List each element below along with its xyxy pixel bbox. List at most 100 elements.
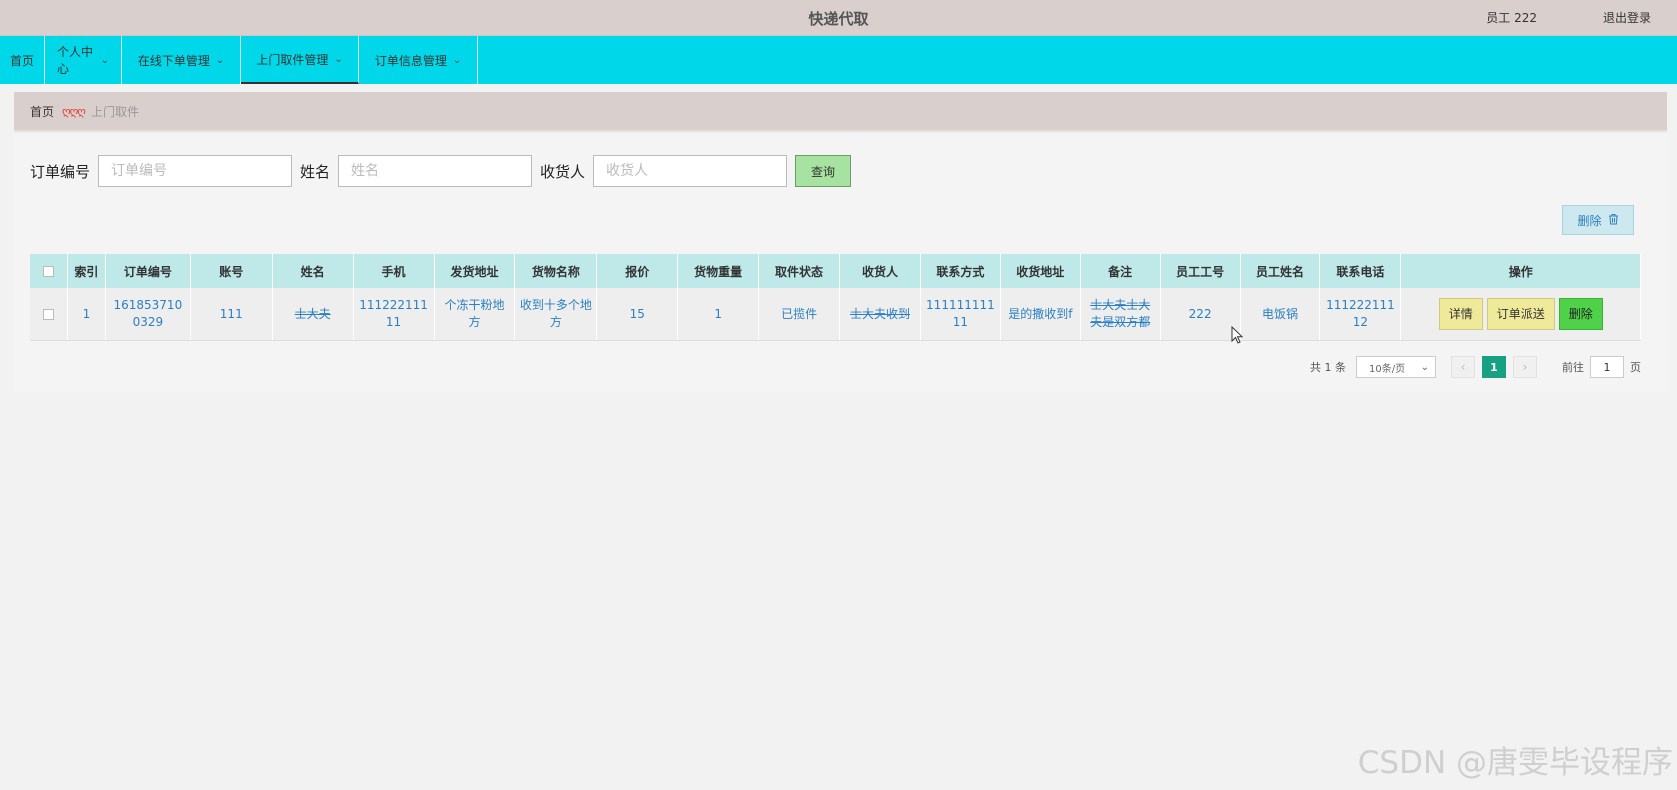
nav-personal-center-label: 个人中心 <box>57 45 94 76</box>
pickup-table: 索引 订单编号 账号 姓名 手机 发货地址 货物名称 报价 货物重量 取件状态 … <box>30 254 1642 341</box>
nav-pickup-management-label: 上门取件管理 <box>256 52 329 67</box>
table-body: 1 1618537100329 111 士大夫 11122211111 个冻干粉… <box>30 288 1642 341</box>
chevron-left-icon: ‹ <box>1460 360 1466 374</box>
cell-remark-text: 士大夫士大夫是双方都 <box>1090 298 1151 329</box>
nav-online-order-management[interactable]: 在线下单管理 ⌄ <box>122 36 242 84</box>
page-size-select[interactable]: 10条/页 ⌄ <box>1356 356 1436 378</box>
cell-account: 111 <box>191 288 273 340</box>
select-all-checkbox[interactable] <box>42 265 54 277</box>
nav-home[interactable]: 首页 <box>0 36 46 84</box>
col-header-staff-no: 员工工号 <box>1161 254 1241 288</box>
watermark: CSDN @唐雯毕设程序 <box>1357 745 1673 781</box>
col-header-goods-name: 货物名称 <box>515 254 598 288</box>
main-nav: 首页 个人中心 ⌄ 在线下单管理 ⌄ 上门取件管理 ⌄ 订单信息管理 ⌄ <box>0 36 1677 84</box>
cell-status: 已揽件 <box>759 288 841 340</box>
cell-staff-no: 222 <box>1161 288 1241 340</box>
col-header-contact: 联系方式 <box>921 254 1001 288</box>
page-size-value: 10条/页 <box>1369 363 1406 375</box>
table-row: 1 1618537100329 111 士大夫 11122211111 个冻干粉… <box>30 288 1642 341</box>
nav-pickup-management[interactable]: 上门取件管理 ⌄ <box>241 36 360 84</box>
col-header-staff-name: 员工姓名 <box>1241 254 1321 288</box>
prev-page-button[interactable]: ‹ <box>1451 356 1475 378</box>
page-unit-label: 页 <box>1630 361 1641 374</box>
col-header-account: 账号 <box>191 254 273 288</box>
row-select-cell <box>30 288 68 340</box>
cell-order-no: 1618537100329 <box>106 288 191 340</box>
col-header-status: 取件状态 <box>759 254 841 288</box>
cell-receive-address: 是的撒收到f <box>1001 288 1081 340</box>
col-header-weight: 货物重量 <box>678 254 760 288</box>
col-header-ship-address: 发货地址 <box>435 254 516 288</box>
col-header-phone: 手机 <box>354 254 435 288</box>
breadcrumb-separator-icon: ღღღ <box>62 104 86 118</box>
cell-name: 士大夫 <box>273 288 354 340</box>
select-all-header <box>30 254 68 288</box>
nav-order-info-management-label: 订单信息管理 <box>374 53 447 68</box>
cell-remark: 士大夫士大夫是双方都 <box>1081 288 1161 340</box>
col-header-actions: 操作 <box>1401 254 1642 288</box>
chevron-down-icon: ⌄ <box>215 54 225 66</box>
table-header: 索引 订单编号 账号 姓名 手机 发货地址 货物名称 报价 货物重量 取件状态 … <box>30 254 1642 288</box>
cell-actions: 详情 订单派送 删除 <box>1401 288 1642 340</box>
breadcrumb: 首页 ღღღ 上门取件 <box>14 92 1667 132</box>
row-checkbox[interactable] <box>42 308 54 320</box>
nav-home-label: 首页 <box>10 53 35 68</box>
col-header-quote: 报价 <box>597 254 679 288</box>
batch-delete-button[interactable]: 删除 <box>1562 205 1634 235</box>
chevron-down-icon: ⌄ <box>334 53 343 65</box>
nav-order-info-management[interactable]: 订单信息管理 ⌄ <box>359 36 479 84</box>
page-number-current[interactable]: 1 <box>1482 356 1506 378</box>
cell-index: 1 <box>68 288 106 340</box>
col-header-order-no: 订单编号 <box>106 254 191 288</box>
cell-goods-name: 收到十多个地方 <box>515 288 598 340</box>
dispatch-button[interactable]: 订单派送 <box>1486 298 1555 330</box>
cell-staff-phone: 11122211112 <box>1320 288 1402 340</box>
receiver-label: 收货人 <box>540 162 586 181</box>
col-header-staff-phone: 联系电话 <box>1320 254 1402 288</box>
goto-page-input[interactable]: 1 <box>1590 356 1624 378</box>
nav-online-order-management-label: 在线下单管理 <box>137 53 210 68</box>
total-count: 共 1 条 <box>1310 361 1346 374</box>
cell-receiver: 士大夫收到 <box>840 288 921 340</box>
col-header-receiver: 收货人 <box>840 254 921 288</box>
breadcrumb-home[interactable]: 首页 <box>30 103 54 120</box>
query-button[interactable]: 查询 <box>795 155 852 187</box>
receiver-input[interactable] <box>593 155 788 187</box>
col-header-remark: 备注 <box>1081 254 1161 288</box>
order-no-input[interactable] <box>98 155 293 187</box>
cell-ship-address: 个冻干粉地方 <box>435 288 516 340</box>
col-header-name: 姓名 <box>273 254 354 288</box>
trash-icon <box>1608 213 1619 228</box>
batch-delete-label: 删除 <box>1577 213 1602 228</box>
top-header: 快递代取 员工 222 退出登录 <box>0 0 1677 36</box>
name-label: 姓名 <box>300 162 331 181</box>
order-no-label: 订单编号 <box>30 162 91 181</box>
main-content: 订单编号 姓名 收货人 查询 删除 索引 订单编号 账号 姓名 手机 发货地址 … <box>14 134 1667 392</box>
chevron-right-icon: › <box>1522 360 1528 374</box>
chevron-down-icon: ⌄ <box>452 54 462 66</box>
next-page-button[interactable]: › <box>1513 356 1537 378</box>
cell-phone: 11122211111 <box>354 288 435 340</box>
breadcrumb-current: 上门取件 <box>90 104 139 119</box>
detail-button[interactable]: 详情 <box>1438 298 1483 330</box>
delete-button[interactable]: 删除 <box>1558 298 1603 330</box>
row-actions: 详情 订单派送 删除 <box>1438 298 1603 330</box>
cell-quote: 15 <box>597 288 679 340</box>
current-user: 员工 222 <box>1486 11 1537 25</box>
cell-receiver-text: 士大夫收到 <box>849 306 910 321</box>
cell-weight: 1 <box>678 288 760 340</box>
cell-staff-name: 电饭锅 <box>1241 288 1321 340</box>
pagination: 共 1 条 10条/页 ⌄ ‹ 1 › 前往 1 页 <box>1310 356 1641 378</box>
search-form: 订单编号 姓名 收货人 查询 <box>30 155 852 187</box>
name-input[interactable] <box>338 155 533 187</box>
cell-name-text: 士大夫 <box>294 306 331 321</box>
chevron-down-icon: ⌄ <box>100 54 110 66</box>
col-header-index: 索引 <box>68 254 106 288</box>
goto-label: 前往 <box>1562 361 1584 374</box>
cell-contact: 11111111111 <box>921 288 1001 340</box>
mouse-cursor-icon <box>1231 325 1244 347</box>
nav-personal-center[interactable]: 个人中心 ⌄ <box>45 36 123 84</box>
logout-link[interactable]: 退出登录 <box>1603 9 1651 26</box>
chevron-down-icon: ⌄ <box>1420 361 1429 373</box>
col-header-receive-address: 收货地址 <box>1001 254 1081 288</box>
